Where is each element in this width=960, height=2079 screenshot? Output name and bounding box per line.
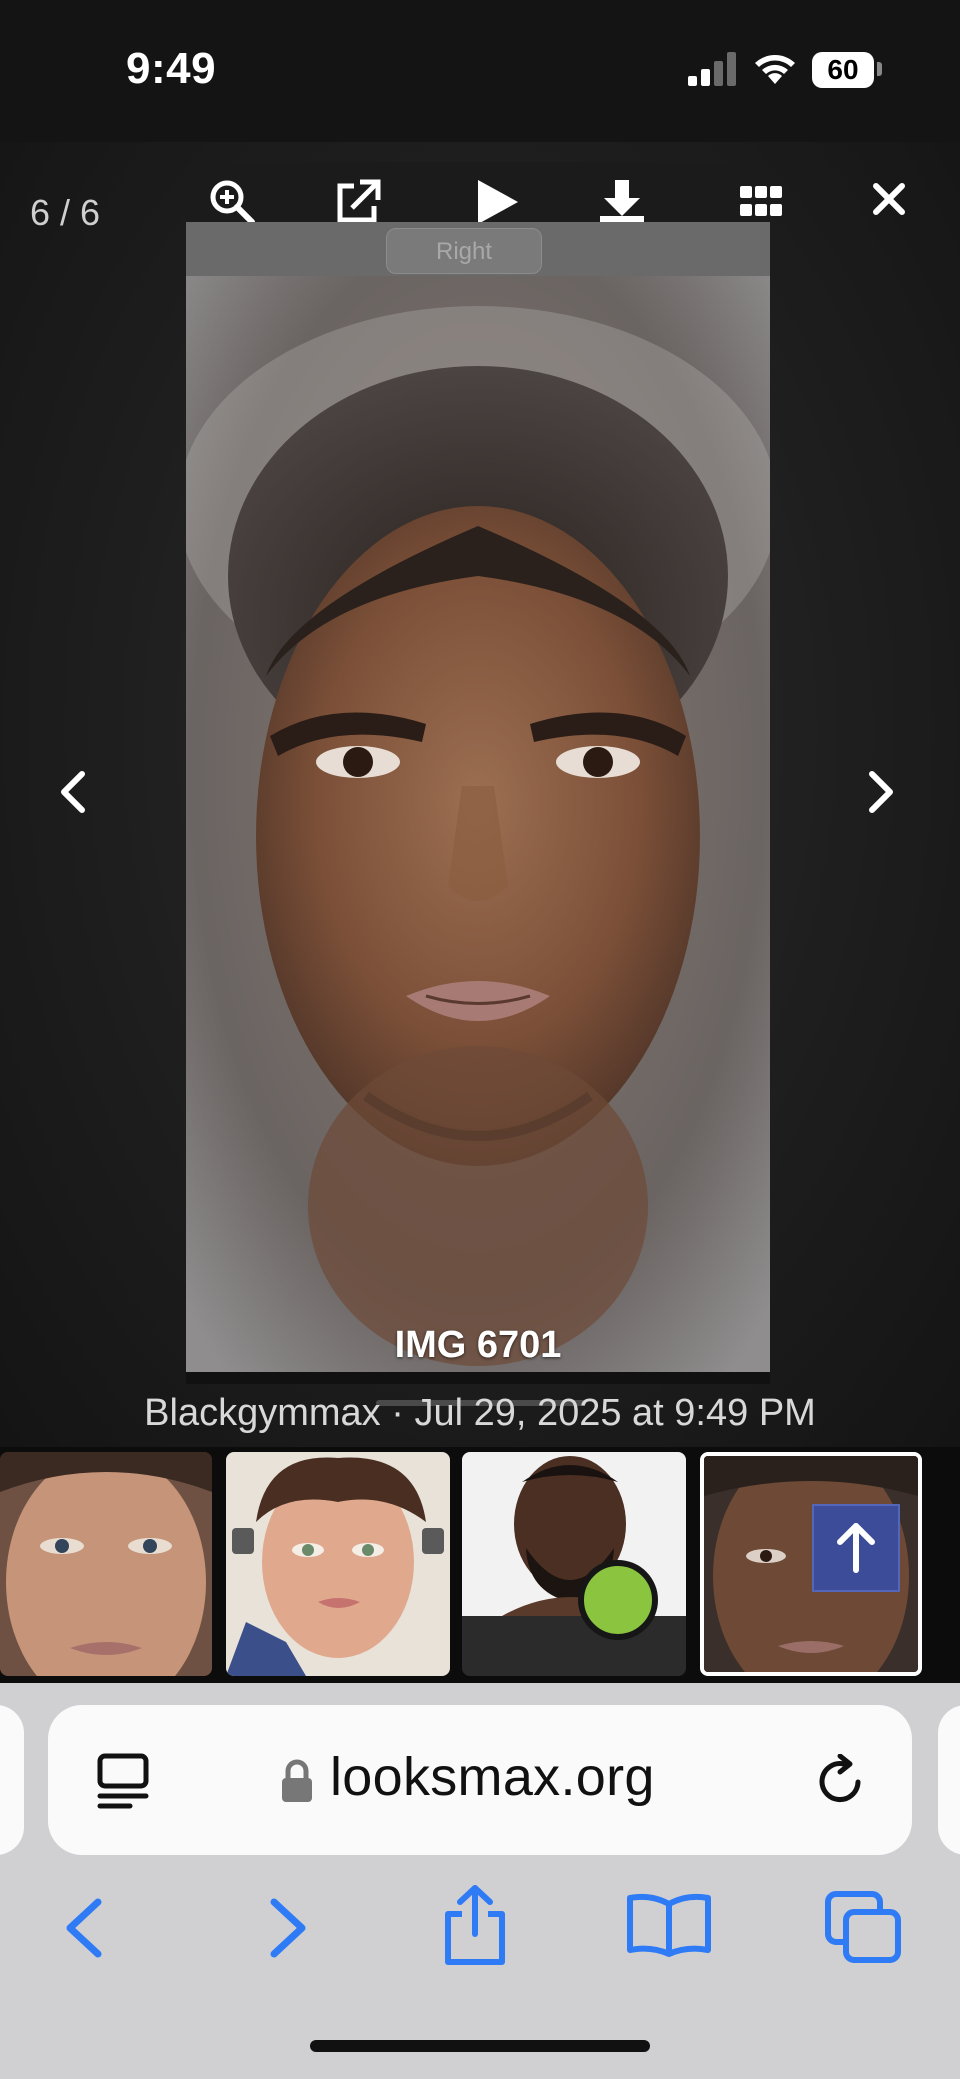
wifi-icon <box>755 55 795 84</box>
image-footer-strip <box>186 1372 770 1384</box>
forward-icon[interactable] <box>266 1896 310 1960</box>
battery-level: 60 <box>827 54 859 85</box>
tabs-icon[interactable] <box>824 1890 904 1966</box>
online-status-dot <box>578 1560 658 1640</box>
image-tab-right[interactable]: Right <box>386 228 542 274</box>
play-icon[interactable] <box>474 178 520 226</box>
arrow-up-icon <box>837 1523 875 1573</box>
cellular-signal-icon <box>688 52 736 86</box>
download-icon[interactable] <box>598 178 646 226</box>
thumbnail-1[interactable] <box>0 1452 212 1676</box>
reader-icon[interactable] <box>96 1752 150 1810</box>
image-meta: Blackgymmax · Jul 29, 2025 at 9:49 PM <box>144 1392 816 1434</box>
back-icon[interactable] <box>62 1896 106 1960</box>
bookmarks-icon[interactable] <box>626 1892 712 1958</box>
status-time: 9:49 <box>126 44 217 93</box>
lock-icon <box>282 1759 312 1802</box>
close-icon[interactable] <box>872 182 906 216</box>
open-external-icon[interactable] <box>334 178 382 226</box>
zoom-in-icon[interactable] <box>208 178 256 226</box>
home-indicator <box>310 2040 650 2052</box>
thumbnail-3[interactable] <box>462 1452 686 1676</box>
grid-icon[interactable] <box>740 186 782 218</box>
thumbnail-2[interactable] <box>226 1452 450 1676</box>
scroll-to-top-button[interactable] <box>812 1504 900 1592</box>
previous-tab-peek[interactable] <box>0 1705 24 1855</box>
url-text[interactable]: looksmax.org <box>330 1746 655 1808</box>
image-counter: 6 / 6 <box>30 192 101 233</box>
share-icon[interactable] <box>440 1882 510 1966</box>
battery-indicator: 60 <box>812 52 874 88</box>
next-tab-peek[interactable] <box>938 1705 960 1855</box>
reload-icon[interactable] <box>814 1754 868 1808</box>
chevron-left-icon[interactable] <box>58 770 88 814</box>
face-photo <box>186 276 770 1374</box>
image-caption: IMG 6701 <box>394 1324 562 1366</box>
chevron-right-icon[interactable] <box>866 770 896 814</box>
battery-tip <box>877 62 882 76</box>
